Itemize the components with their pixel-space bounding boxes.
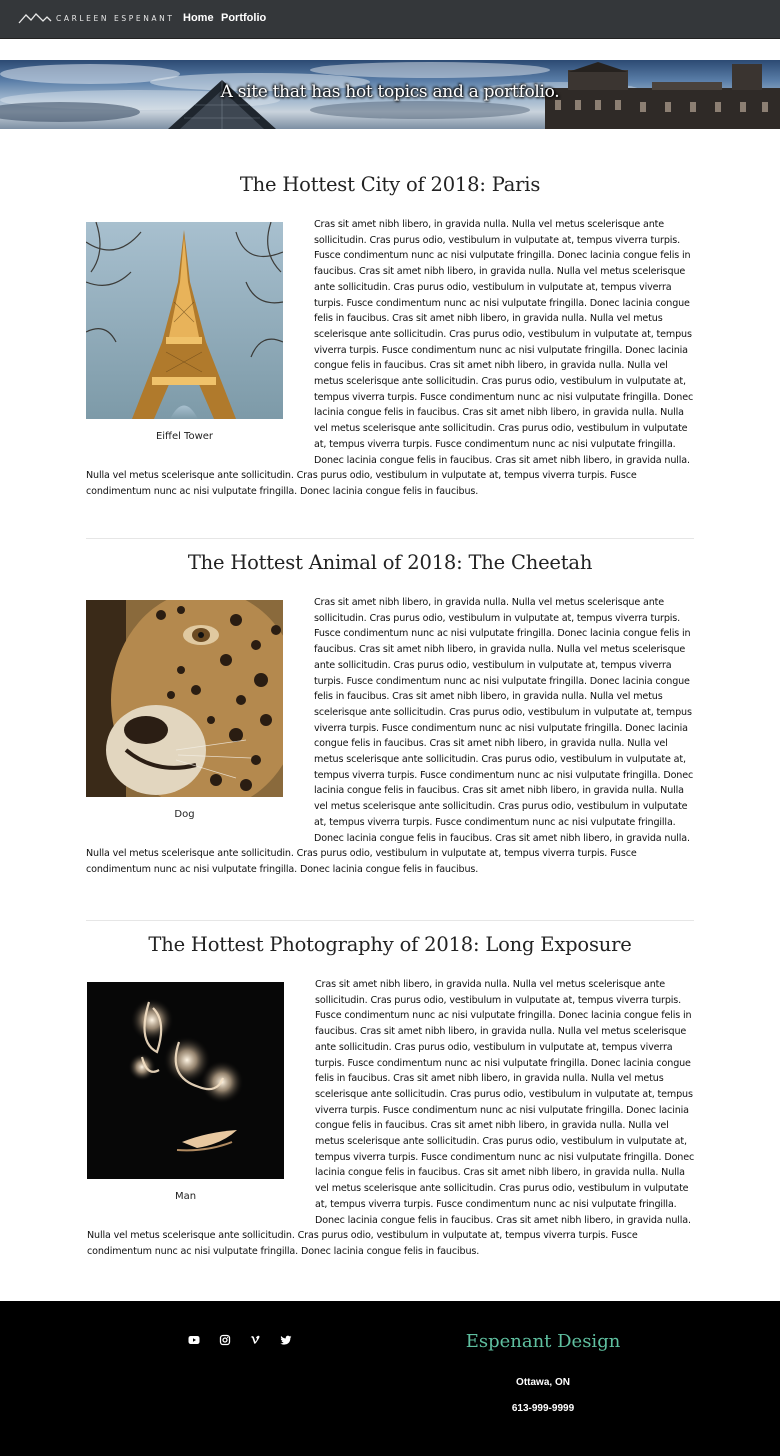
- nav-link-home[interactable]: Home: [183, 12, 214, 24]
- article-title: The Hottest City of 2018: Paris: [239, 173, 541, 196]
- article-body: Cras sit amet nibh libero, in gravida nu…: [86, 595, 696, 878]
- footer-brand: Espenant Design: [465, 1331, 621, 1352]
- footer-phone[interactable]: 613-999-9999: [430, 1403, 656, 1414]
- twitter-icon[interactable]: [280, 1334, 292, 1346]
- float-spacer: [86, 217, 314, 453]
- mountain-icon: [18, 13, 52, 24]
- nav-link-portfolio[interactable]: Portfolio: [221, 12, 266, 24]
- float-spacer: [86, 595, 314, 831]
- vimeo-icon[interactable]: [249, 1334, 261, 1346]
- section-divider: [86, 920, 694, 921]
- site-footer: [0, 1301, 780, 1456]
- article-body: Cras sit amet nibh libero, in gravida nu…: [87, 977, 697, 1260]
- hero-tagline: A site that has hot topics and a portfol…: [220, 82, 560, 102]
- section-divider: [86, 538, 694, 539]
- article-body: Cras sit amet nibh libero, in gravida nu…: [86, 217, 696, 500]
- article-title: The Hottest Animal of 2018: The Cheetah: [187, 551, 593, 574]
- youtube-icon[interactable]: [188, 1334, 200, 1346]
- float-spacer: [87, 977, 315, 1213]
- instagram-icon[interactable]: [219, 1334, 231, 1346]
- footer-city: Ottawa, ON: [516, 1377, 570, 1388]
- logo-text: CARLEEN ESPENANT: [56, 13, 175, 23]
- article-title: The Hottest Photography of 2018: Long Ex…: [148, 933, 632, 956]
- site-logo[interactable]: CARLEEN ESPENANT: [18, 12, 175, 24]
- top-navbar: CARLEEN ESPENANT Home Portfolio: [0, 0, 780, 39]
- hero-banner: A site that has hot topics and a portfol…: [0, 60, 780, 129]
